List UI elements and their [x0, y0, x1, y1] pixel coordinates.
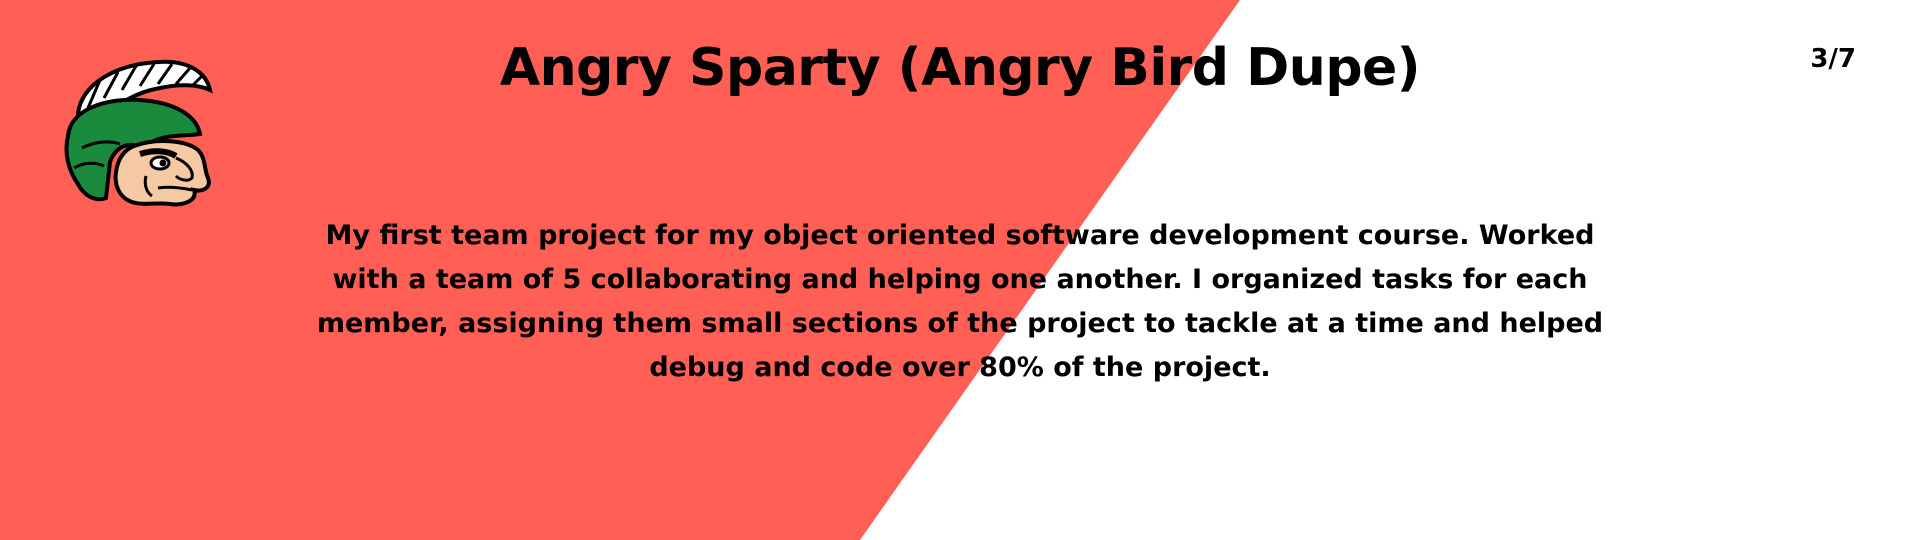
- page-title: Angry Sparty (Angry Bird Dupe): [499, 38, 1421, 98]
- project-description: My first team project for my object orie…: [316, 220, 1604, 383]
- page-counter: 3/7: [1810, 44, 1856, 74]
